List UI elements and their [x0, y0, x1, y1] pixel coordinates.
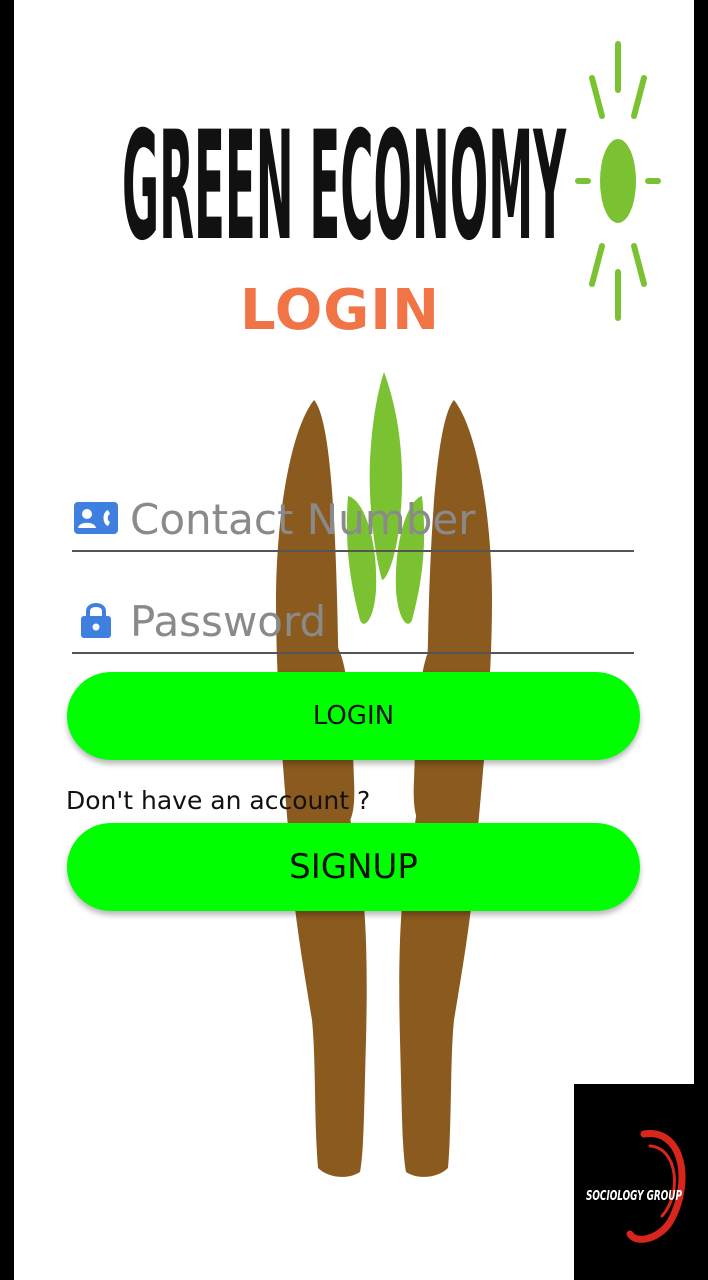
- brand-title-text: GREEN ECONOMY: [122, 100, 567, 256]
- password-field: [72, 592, 634, 654]
- sociology-group-logo: SOCIOLOGY GROUP: [574, 1084, 694, 1280]
- brand-title: GREEN ECONOMY: [120, 96, 568, 256]
- sponsor-logo-text: SOCIOLOGY GROUP: [586, 1189, 682, 1204]
- contact-number-field: [72, 490, 634, 552]
- contact-number-input[interactable]: [130, 490, 630, 548]
- password-input[interactable]: [130, 592, 630, 650]
- lock-icon: [72, 600, 120, 640]
- signup-prompt-text: Don't have an account ?: [66, 786, 371, 815]
- login-button[interactable]: LOGIN: [67, 672, 640, 760]
- login-screen: GREEN ECONOMY LOGIN Contact Number LOGIN…: [14, 0, 694, 1280]
- contact-card-icon: [72, 498, 120, 538]
- signup-button[interactable]: SIGNUP: [67, 823, 640, 911]
- login-heading: LOGIN: [240, 278, 440, 343]
